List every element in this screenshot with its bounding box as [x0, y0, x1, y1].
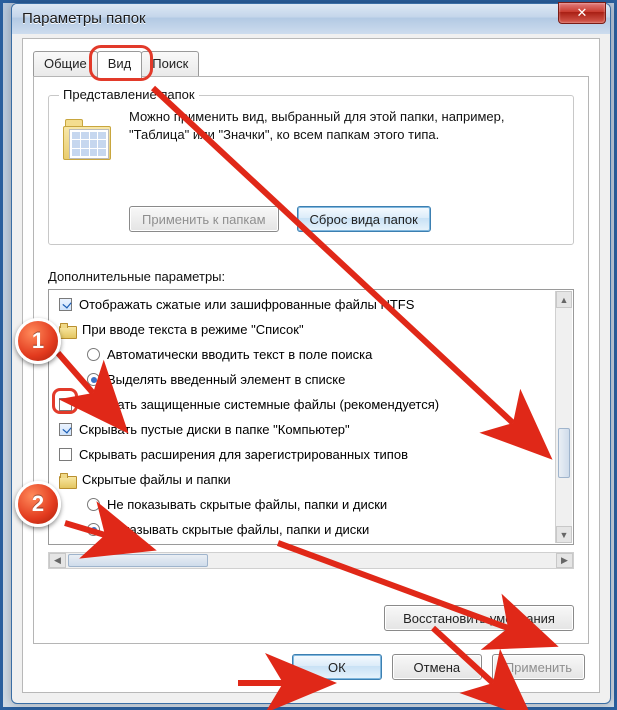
tab-view[interactable]: Вид — [97, 51, 143, 78]
annotation-badge-1: 1 — [15, 318, 61, 364]
reset-folder-views-button[interactable]: Сброс вида папок — [297, 206, 431, 232]
list-item-label: Отображать сжатые или зашифрованные файл… — [79, 297, 414, 312]
client-area: Общие Вид Поиск Представление папок Можн… — [22, 38, 600, 693]
checkbox-icon[interactable] — [59, 423, 72, 436]
window-title: Параметры папок — [22, 10, 146, 27]
annotation-badge-2: 2 — [15, 481, 61, 527]
cancel-button[interactable]: Отмена — [392, 654, 482, 680]
apply-to-folders-button[interactable]: Применить к папкам — [129, 206, 279, 232]
folder-views-group: Представление папок Можно применить вид,… — [48, 95, 574, 245]
scroll-right-arrow[interactable]: ▶ — [556, 553, 573, 568]
list-item[interactable]: Автоматически вводить текст в поле поиск… — [51, 342, 554, 367]
radio-icon[interactable] — [87, 348, 100, 361]
list-item[interactable]: Выделять введенный элемент в списке — [51, 367, 554, 392]
checkbox-icon[interactable] — [59, 398, 72, 411]
ok-button[interactable]: ОК — [292, 654, 382, 680]
list-item-label: При вводе текста в режиме "Список" — [82, 322, 304, 337]
list-group[interactable]: При вводе текста в режиме "Список" — [51, 317, 554, 342]
scroll-track[interactable] — [556, 308, 572, 526]
list-item-label: Скрытые файлы и папки — [82, 472, 231, 487]
advanced-settings-list[interactable]: ▲ ▼ Отображать сжатые или зашифрованные … — [48, 289, 574, 545]
screenshot-canvas: Параметры папок ✕ Общие Вид Поиск Предст… — [0, 0, 617, 710]
tab-panel-view: Представление папок Можно применить вид,… — [33, 76, 589, 644]
list-item[interactable]: Не показывать скрытые файлы, папки и дис… — [51, 492, 554, 517]
folder-options-dialog: Параметры папок ✕ Общие Вид Поиск Предст… — [11, 3, 611, 704]
list-item-show-hidden[interactable]: Показывать скрытые файлы, папки и диски — [51, 517, 554, 542]
tab-search[interactable]: Поиск — [141, 51, 199, 77]
list-item-protected-files[interactable]: Скрывать защищенные системные файлы (рек… — [51, 392, 554, 417]
folder-icon — [63, 118, 111, 160]
radio-icon[interactable] — [87, 523, 100, 536]
checkbox-icon[interactable] — [59, 448, 72, 461]
titlebar[interactable]: Параметры папок ✕ — [12, 4, 610, 34]
apply-button[interactable]: Применить — [492, 654, 585, 680]
horizontal-scrollbar[interactable]: ◀ ▶ — [48, 552, 574, 569]
hscroll-thumb[interactable] — [68, 554, 208, 567]
list-group[interactable]: Скрытые файлы и папки — [51, 467, 554, 492]
list-item[interactable]: Скрывать пустые диски в папке "Компьютер… — [51, 417, 554, 442]
list-item[interactable]: Отображать сжатые или зашифрованные файл… — [51, 292, 554, 317]
close-button[interactable]: ✕ — [558, 2, 606, 24]
advanced-settings-wrap: ▲ ▼ Отображать сжатые или зашифрованные … — [48, 289, 574, 569]
scroll-thumb[interactable] — [558, 428, 570, 478]
folder-icon — [59, 323, 75, 337]
list-item-label: Скрывать расширения для зарегистрированн… — [79, 447, 408, 462]
list-inner: Отображать сжатые или зашифрованные файл… — [51, 292, 554, 542]
list-item-label: Не показывать скрытые файлы, папки и дис… — [107, 497, 387, 512]
scroll-up-arrow[interactable]: ▲ — [556, 291, 572, 308]
checkbox-icon[interactable] — [59, 298, 72, 311]
vertical-scrollbar[interactable]: ▲ ▼ — [555, 291, 572, 543]
list-item-label: Скрывать пустые диски в папке "Компьютер… — [79, 422, 350, 437]
list-item-label: Скрывать защищенные системные файлы (рек… — [79, 397, 439, 412]
list-item-label: Выделять введенный элемент в списке — [107, 372, 345, 387]
folder-views-buttons: Применить к папкам Сброс вида папок — [129, 206, 431, 232]
folder-views-description: Можно применить вид, выбранный для этой … — [129, 108, 559, 143]
folder-icon — [59, 473, 75, 487]
list-item-label: Автоматически вводить текст в поле поиск… — [107, 347, 372, 362]
dialog-buttons: ОК Отмена Применить — [292, 654, 585, 680]
tab-general[interactable]: Общие — [33, 51, 98, 77]
restore-defaults-button[interactable]: Восстановить умолчания — [384, 605, 574, 631]
folder-views-legend: Представление папок — [59, 87, 199, 102]
list-item-label: Показывать скрытые файлы, папки и диски — [107, 522, 369, 537]
list-item[interactable]: Скрывать расширения для зарегистрированн… — [51, 442, 554, 467]
radio-icon[interactable] — [87, 498, 100, 511]
advanced-settings-label: Дополнительные параметры: — [48, 269, 225, 284]
radio-icon[interactable] — [87, 373, 100, 386]
close-icon: ✕ — [577, 5, 588, 21]
scroll-left-arrow[interactable]: ◀ — [49, 553, 66, 568]
scroll-down-arrow[interactable]: ▼ — [556, 526, 572, 543]
tab-row: Общие Вид Поиск — [33, 51, 198, 77]
